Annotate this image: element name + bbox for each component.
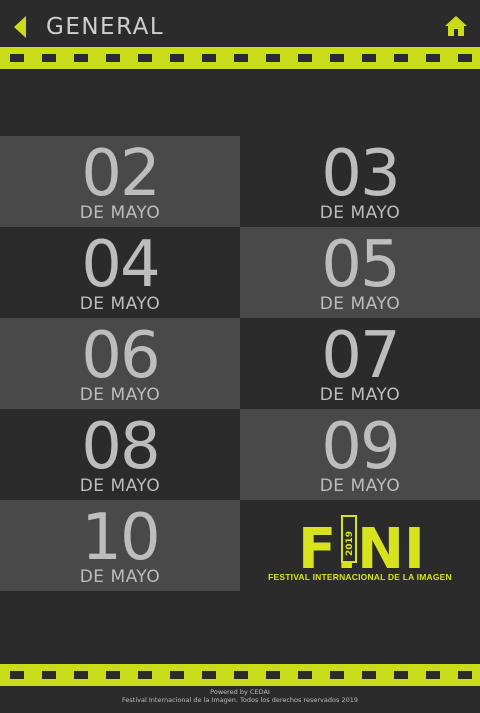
back-button[interactable] xyxy=(10,14,32,40)
date-cell-07[interactable]: 07 DE MAYO xyxy=(240,318,480,409)
day-number: 04 xyxy=(81,228,160,302)
day-number: 10 xyxy=(81,501,160,575)
day-number: 06 xyxy=(81,319,160,393)
date-cell-09[interactable]: 09 DE MAYO xyxy=(240,409,480,500)
date-cell-02[interactable]: 02 DE MAYO xyxy=(0,136,240,227)
month-label: DE MAYO xyxy=(319,476,401,496)
fini-logo: FINI 2019 FESTIVAL INTERNACIONAL DE LA I… xyxy=(240,500,480,591)
day-number: 07 xyxy=(321,319,400,393)
page-title: GENERAL xyxy=(46,14,165,40)
month-label: DE MAYO xyxy=(79,294,161,314)
month-label: DE MAYO xyxy=(79,385,161,405)
month-label: DE MAYO xyxy=(79,567,161,587)
month-label: DE MAYO xyxy=(319,385,401,405)
footer: Powered by CEDAI Festival Internacional … xyxy=(0,688,480,704)
month-label: DE MAYO xyxy=(79,476,161,496)
date-cell-04[interactable]: 04 DE MAYO xyxy=(0,227,240,318)
date-grid: 02 DE MAYO 03 DE MAYO 04 DE MAYO 05 DE M… xyxy=(0,136,480,591)
date-cell-06[interactable]: 06 DE MAYO xyxy=(0,318,240,409)
fini-logo-mark: FINI 2019 xyxy=(298,515,424,572)
day-number: 02 xyxy=(81,137,160,211)
date-cell-08[interactable]: 08 DE MAYO xyxy=(0,409,240,500)
app-header: GENERAL xyxy=(0,0,480,47)
back-arrow-icon xyxy=(14,16,26,38)
film-strip-bottom xyxy=(0,664,480,686)
film-strip-top xyxy=(0,47,480,69)
powered-by-text: Powered by CEDAI xyxy=(210,688,270,696)
home-icon xyxy=(445,16,467,36)
date-cell-10[interactable]: 10 DE MAYO xyxy=(0,500,240,591)
month-label: DE MAYO xyxy=(319,294,401,314)
day-number: 08 xyxy=(81,410,160,484)
month-label: DE MAYO xyxy=(319,203,401,223)
day-number: 03 xyxy=(321,137,400,211)
day-number: 09 xyxy=(321,410,400,484)
logo-year: 2019 xyxy=(345,531,355,556)
date-cell-05[interactable]: 05 DE MAYO xyxy=(240,227,480,318)
month-label: DE MAYO xyxy=(79,203,161,223)
logo-wordmark: FINI xyxy=(298,517,424,572)
home-button[interactable] xyxy=(444,14,468,38)
date-cell-03[interactable]: 03 DE MAYO xyxy=(240,136,480,227)
logo-caption: FESTIVAL INTERNACIONAL DE LA IMAGEN xyxy=(268,572,452,582)
day-number: 05 xyxy=(321,228,400,302)
copyright-text: Festival Internacional de la Imagen. Tod… xyxy=(122,696,358,704)
